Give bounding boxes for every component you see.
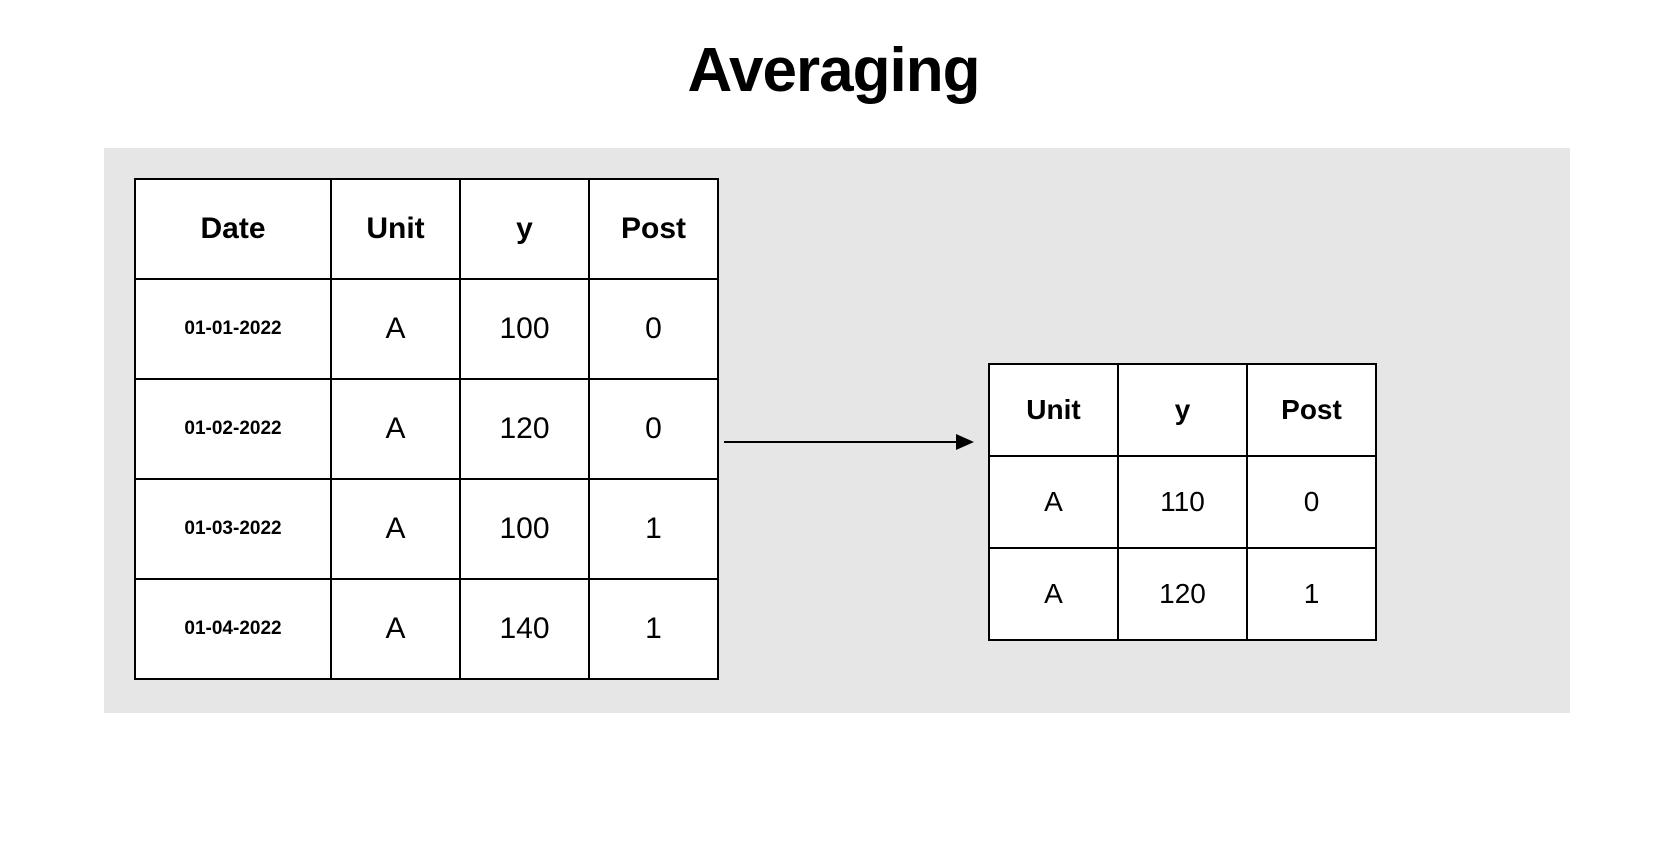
table-row: 01-02-2022 A 120 0 — [135, 379, 718, 479]
col-header-unit: Unit — [989, 364, 1118, 456]
diagram-stage: Averaging Date Unit y Post 01-01-2022 A … — [0, 0, 1667, 850]
cell-post: 1 — [1247, 548, 1376, 640]
col-header-date: Date — [135, 179, 331, 279]
table-header-row: Date Unit y Post — [135, 179, 718, 279]
col-header-post: Post — [1247, 364, 1376, 456]
cell-unit: A — [331, 379, 460, 479]
cell-y: 110 — [1118, 456, 1247, 548]
cell-unit: A — [989, 548, 1118, 640]
cell-date: 01-04-2022 — [135, 579, 331, 679]
cell-post: 0 — [589, 279, 718, 379]
table-row: 01-01-2022 A 100 0 — [135, 279, 718, 379]
cell-y: 100 — [460, 479, 589, 579]
cell-y: 120 — [460, 379, 589, 479]
cell-post: 0 — [589, 379, 718, 479]
table-row: 01-03-2022 A 100 1 — [135, 479, 718, 579]
output-table: Unit y Post A 110 0 A 120 1 — [988, 363, 1377, 641]
page-title: Averaging — [0, 35, 1667, 106]
cell-unit: A — [331, 279, 460, 379]
col-header-y: y — [1118, 364, 1247, 456]
cell-unit: A — [331, 479, 460, 579]
cell-post: 1 — [589, 479, 718, 579]
col-header-unit: Unit — [331, 179, 460, 279]
cell-post: 0 — [1247, 456, 1376, 548]
cell-unit: A — [989, 456, 1118, 548]
cell-date: 01-02-2022 — [135, 379, 331, 479]
cell-y: 140 — [460, 579, 589, 679]
col-header-y: y — [460, 179, 589, 279]
col-header-post: Post — [589, 179, 718, 279]
input-table: Date Unit y Post 01-01-2022 A 100 0 01-0… — [134, 178, 719, 680]
table-row: 01-04-2022 A 140 1 — [135, 579, 718, 679]
cell-unit: A — [331, 579, 460, 679]
cell-y: 120 — [1118, 548, 1247, 640]
diagram-panel: Date Unit y Post 01-01-2022 A 100 0 01-0… — [104, 148, 1570, 713]
table-row: A 110 0 — [989, 456, 1376, 548]
table-row: A 120 1 — [989, 548, 1376, 640]
arrow-right-icon — [724, 427, 974, 457]
cell-date: 01-01-2022 — [135, 279, 331, 379]
cell-y: 100 — [460, 279, 589, 379]
cell-post: 1 — [589, 579, 718, 679]
table-header-row: Unit y Post — [989, 364, 1376, 456]
cell-date: 01-03-2022 — [135, 479, 331, 579]
